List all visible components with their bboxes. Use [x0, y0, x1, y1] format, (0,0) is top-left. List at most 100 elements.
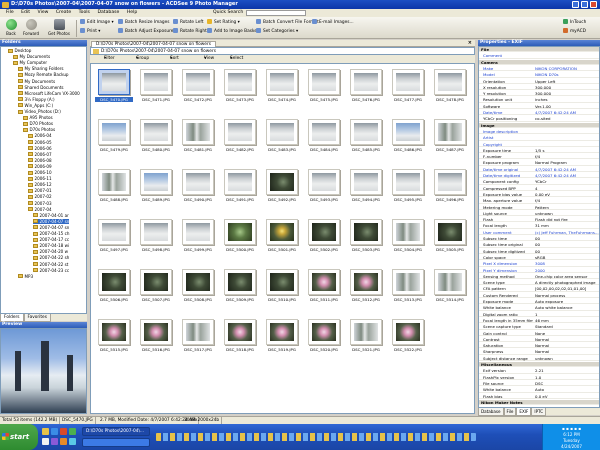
- menu-help[interactable]: Help: [127, 10, 137, 15]
- intouch-button[interactable]: InTouch: [563, 19, 586, 26]
- property-row[interactable]: Gain control None: [479, 331, 599, 336]
- folder-item[interactable]: 2007-04-20 w: [33, 249, 68, 254]
- property-row[interactable]: Flash Flash did not fire: [479, 217, 599, 223]
- thumbnail-item[interactable]: DSC_5473.JPG: [221, 66, 259, 106]
- thumbnail-item[interactable]: DSC_5498.JPG: [137, 216, 175, 256]
- property-row[interactable]: Sharpness Normal: [479, 349, 599, 355]
- property-row[interactable]: CFA pattern [00,02,00,02,02,01,01,00]: [479, 286, 599, 292]
- thumbnail-item[interactable]: DSC_5471.JPG: [137, 66, 175, 106]
- property-section[interactable]: Nikon Maker Notes: [479, 399, 599, 406]
- property-row[interactable]: Scene type A directly photographed image: [479, 280, 599, 286]
- email-button[interactable]: E-mail Images...: [312, 19, 354, 26]
- property-row[interactable]: Exposure time 1/5 s: [479, 148, 599, 154]
- property-row[interactable]: Pixel X dimension 3008: [479, 261, 599, 267]
- property-row[interactable]: Pixel Y dimension 2000: [479, 268, 599, 273]
- folder-item[interactable]: Desktop: [8, 48, 31, 53]
- property-section[interactable]: Image: [479, 122, 599, 128]
- property-row[interactable]: Model NIKON D70s: [479, 72, 599, 78]
- property-row[interactable]: Subsec time 00: [479, 236, 599, 242]
- thumbnail-item[interactable]: DSC_5479.JPG: [95, 116, 133, 156]
- quicklaunch-app2-icon[interactable]: [69, 428, 76, 435]
- thumbnail-item[interactable]: DSC_5502.JPG: [305, 216, 343, 256]
- property-row[interactable]: Artist: [479, 135, 599, 141]
- thumbnail-item[interactable]: DSC_5500.JPG: [221, 216, 259, 256]
- group-by-button[interactable]: Group By ▾: [136, 55, 149, 69]
- close-tab-icon[interactable]: ×: [468, 40, 472, 46]
- back-button[interactable]: Back: [1, 19, 21, 36]
- thumbnail-item[interactable]: DSC_5476.JPG: [347, 66, 385, 106]
- folder-item[interactable]: D70 Photos: [23, 121, 53, 126]
- thumbnail-item[interactable]: DSC_5485.JPG: [347, 116, 385, 156]
- thumbnail-item[interactable]: DSC_5503.JPG: [347, 216, 385, 256]
- thumbnail-item[interactable]: DSC_5492.JPG: [263, 166, 301, 206]
- property-row[interactable]: Copyright: [479, 142, 599, 147]
- thumbnail-item[interactable]: DSC_5489.JPG: [137, 166, 175, 206]
- folder-item[interactable]: 2007-02: [28, 194, 52, 199]
- property-row[interactable]: Exposure mode Auto exposure: [479, 299, 599, 305]
- property-row[interactable]: YCbCr positioning co-sited: [479, 116, 599, 122]
- taskbar-acdsee[interactable]: D:\D70s Photos\2007-04\...: [82, 427, 150, 436]
- thumbnail-item[interactable]: DSC_5493.JPG: [305, 166, 343, 206]
- folder-item[interactable]: 2007-04-15 ch: [33, 231, 69, 236]
- minimize-button[interactable]: [572, 1, 579, 8]
- folder-item[interactable]: 2007-04-01 ar: [33, 213, 69, 218]
- thumbnail-item[interactable]: DSC_5516.JPG: [137, 316, 175, 356]
- thumbnail-item[interactable]: DSC_5488.JPG: [95, 166, 133, 206]
- tab-database[interactable]: Database: [478, 408, 504, 416]
- tab-folders[interactable]: Folders: [0, 314, 24, 322]
- property-section[interactable]: File: [479, 47, 599, 53]
- property-row[interactable]: FlashPix version 1.0: [479, 375, 599, 380]
- thumbnail-item[interactable]: DSC_5522.JPG: [389, 316, 427, 356]
- quicklaunch-explorer-icon[interactable]: [42, 428, 49, 435]
- property-row[interactable]: Scene capture type Standard: [479, 324, 599, 330]
- thumbnail-item[interactable]: DSC_5474.JPG: [263, 66, 301, 106]
- property-row[interactable]: Subsec time original 00: [479, 242, 599, 248]
- property-row[interactable]: Light source unknown: [479, 211, 599, 217]
- thumbnail-item[interactable]: DSC_5495.JPG: [389, 166, 427, 206]
- quicklaunch-app-icon[interactable]: [60, 428, 67, 435]
- quick-search-input[interactable]: [246, 10, 306, 16]
- sort-by-button[interactable]: Sort By ▾: [170, 55, 179, 69]
- property-row[interactable]: Image description: [479, 129, 599, 135]
- property-row[interactable]: Max. aperture value f/4: [479, 198, 599, 204]
- folder-item[interactable]: 2006-08: [28, 158, 52, 163]
- property-row[interactable]: Sensing method One-chip color area sensor: [479, 274, 599, 280]
- maximize-button[interactable]: [581, 1, 588, 8]
- quicklaunch-app3-icon[interactable]: [60, 438, 67, 445]
- thumbnail-item[interactable]: DSC_5511.JPG: [305, 266, 343, 306]
- folder-item[interactable]: 2007-04: [28, 207, 52, 212]
- taskbar-app-icons[interactable]: [156, 433, 476, 441]
- address-bar[interactable]: D:\D70s Photos\2007-04\2007-04-07 snow o…: [90, 47, 475, 55]
- thumbnail-item[interactable]: DSC_5484.JPG: [305, 116, 343, 156]
- property-row[interactable]: Orientation Upper Left: [479, 79, 599, 84]
- property-row[interactable]: Custom Rendered Normal process: [479, 293, 599, 299]
- thumbnail-item[interactable]: DSC_5521.JPG: [347, 316, 385, 356]
- folder-item[interactable]: 2007-03: [28, 201, 52, 206]
- folder-item[interactable]: A95 Photos: [23, 115, 53, 120]
- property-row[interactable]: Metering mode Pattern: [479, 205, 599, 210]
- folder-item[interactable]: 3½ Floppy (A:): [18, 97, 55, 102]
- thumbnail-item[interactable]: DSC_5475.JPG: [305, 66, 343, 106]
- start-button[interactable]: start: [0, 424, 38, 450]
- property-row[interactable]: X resolution 300.000: [479, 85, 599, 91]
- tab-favorites[interactable]: Favorites: [23, 314, 51, 322]
- thumbnail-item[interactable]: DSC_5483.JPG: [263, 116, 301, 156]
- property-row[interactable]: File source DSC: [479, 381, 599, 387]
- folder-item[interactable]: My Documents: [13, 54, 50, 59]
- folder-item[interactable]: Win_Apps (C:): [18, 103, 53, 108]
- property-row[interactable]: Date/time digitized 4/7/2007 6:42:24 AM: [479, 173, 599, 179]
- forward-button[interactable]: Forward: [21, 19, 41, 36]
- folder-item[interactable]: 2007-01: [28, 188, 52, 193]
- property-row[interactable]: Date/time original 4/7/2007 6:42:24 AM: [479, 167, 599, 173]
- thumbnail-item[interactable]: DSC_5507.JPG: [137, 266, 175, 306]
- batch-adjust-button[interactable]: Batch Adjust Exposure: [118, 28, 173, 35]
- close-button[interactable]: [590, 1, 597, 8]
- folder-item[interactable]: 2007-04-07 sn: [33, 225, 69, 230]
- thumbnail-item[interactable]: DSC_5501.JPG: [263, 216, 301, 256]
- folder-item[interactable]: My Sharing Folders: [18, 66, 64, 71]
- thumbnail-item[interactable]: DSC_5494.JPG: [347, 166, 385, 206]
- folder-item[interactable]: 2006-07: [28, 152, 52, 157]
- rotate-right-button[interactable]: Rotate Right: [173, 28, 207, 35]
- folder-item[interactable]: 2006-10: [28, 170, 52, 175]
- quicklaunch-doc-icon[interactable]: [42, 438, 49, 445]
